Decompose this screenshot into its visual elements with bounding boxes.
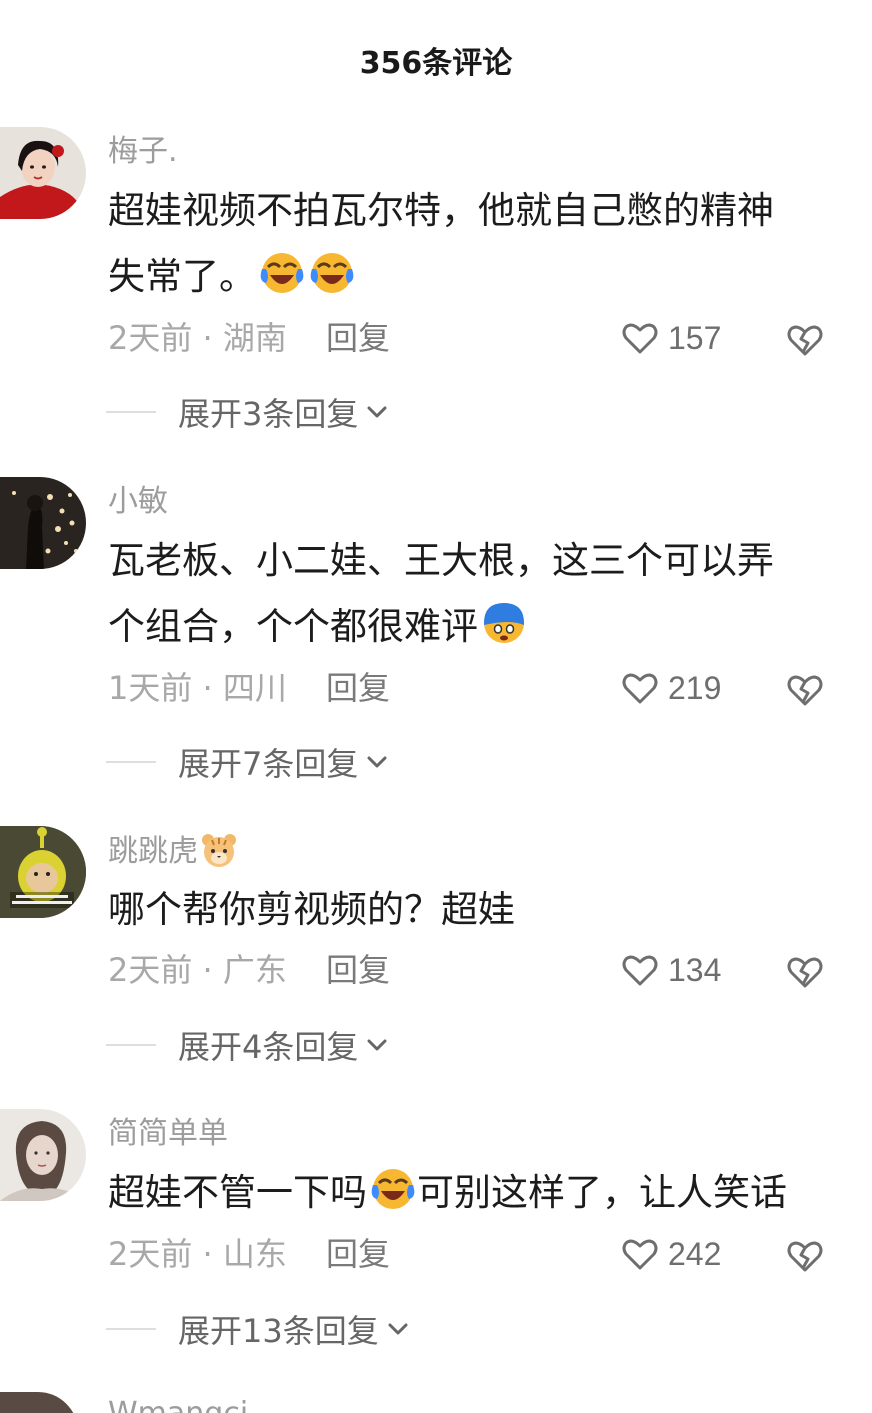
comment-text-before: 超娃不管一下吗 xyxy=(108,1171,367,1214)
chevron-down-icon xyxy=(367,756,387,768)
like-button[interactable]: 134 xyxy=(620,948,721,992)
divider-line xyxy=(106,411,156,413)
laugh-cry-emoji-icon xyxy=(310,253,354,293)
like-count: 219 xyxy=(668,669,722,706)
laugh-cry-emoji-icon xyxy=(260,253,304,293)
avatar[interactable] xyxy=(0,477,86,569)
broken-heart-icon[interactable] xyxy=(784,668,826,710)
username[interactable]: 梅子. xyxy=(108,132,178,172)
divider-line xyxy=(106,761,156,763)
reply-button[interactable]: 回复 xyxy=(326,316,390,360)
expand-replies-label: 展开3条回复 xyxy=(178,395,359,433)
broken-heart-icon[interactable] xyxy=(784,318,826,360)
reply-button[interactable]: 回复 xyxy=(326,666,390,710)
like-button[interactable]: 157 xyxy=(620,316,721,360)
comment-text: 超娃不管一下吗 可别这样了，让人笑话 xyxy=(108,1160,838,1226)
divider-line xyxy=(106,1044,156,1046)
avatar-sketch-girl-image xyxy=(0,1109,86,1201)
broken-heart-icon[interactable] xyxy=(784,1234,826,1276)
avatar[interactable] xyxy=(0,826,86,918)
like-count: 134 xyxy=(668,951,722,988)
expand-replies-button[interactable]: 展开13条回复 xyxy=(106,1307,411,1351)
avatar[interactable] xyxy=(0,1109,86,1201)
comment-text: 哪个帮你剪视频的？超娃 xyxy=(108,877,808,943)
shocked-blue-emoji-icon xyxy=(484,603,524,643)
comments-count-title: 356条评论 xyxy=(359,46,513,81)
username[interactable]: Wmangçi xyxy=(108,1394,248,1413)
avatar[interactable] xyxy=(0,1392,78,1413)
expand-replies-button[interactable]: 展开4条回复 xyxy=(106,1023,390,1067)
comment-text-content: 哪个帮你剪视频的？超娃 xyxy=(108,888,515,931)
chevron-down-icon xyxy=(367,1039,387,1051)
username-text: 跳跳虎 xyxy=(108,834,198,869)
expand-replies-button[interactable]: 展开7条回复 xyxy=(106,740,390,784)
heart-icon xyxy=(622,673,658,704)
expand-replies-label: 展开13条回复 xyxy=(178,1312,379,1350)
comment-text: 超娃视频不拍瓦尔特，他就自己憋的精神失常了。 xyxy=(108,178,808,310)
avatar[interactable] xyxy=(0,127,86,219)
username[interactable]: 简简单单 xyxy=(108,1114,228,1154)
time-location: 2天前 · 广东 xyxy=(108,951,287,989)
laugh-cry-emoji-icon xyxy=(371,1169,415,1209)
expand-replies-label: 展开7条回复 xyxy=(178,745,359,783)
like-button[interactable]: 219 xyxy=(620,666,721,710)
time-location: 2天前 · 山东 xyxy=(108,1235,287,1273)
comment-text: 瓦老板、小二娃、王大根，这三个可以弄个组合，个个都很难评 xyxy=(108,528,808,660)
expand-replies-button[interactable]: 展开3条回复 xyxy=(106,390,390,434)
heart-icon xyxy=(622,323,658,354)
heart-icon xyxy=(622,1239,658,1270)
partial-next-comment: Wmangçi xyxy=(0,1392,872,1413)
avatar-woman-red-image xyxy=(0,127,86,219)
broken-heart-icon[interactable] xyxy=(784,950,826,992)
chevron-down-icon xyxy=(388,1323,408,1335)
like-count: 242 xyxy=(668,1235,722,1272)
tiger-emoji-icon xyxy=(202,834,236,867)
avatar-girl-lights-image xyxy=(0,477,86,569)
like-button[interactable]: 242 xyxy=(620,1232,721,1276)
reply-button[interactable]: 回复 xyxy=(326,948,390,992)
heart-icon xyxy=(622,955,658,986)
comment-text-after: 可别这样了，让人笑话 xyxy=(417,1171,787,1214)
comment-text-content: 瓦老板、小二娃、王大根，这三个可以弄个组合，个个都很难评 xyxy=(108,539,774,648)
chevron-down-icon xyxy=(367,406,387,418)
username[interactable]: 小敏 xyxy=(108,482,168,522)
avatar-teletubby-image xyxy=(0,826,86,918)
reply-button[interactable]: 回复 xyxy=(326,1232,390,1276)
comment-text-content: 超娃视频不拍瓦尔特，他就自己憋的精神失常了。 xyxy=(108,189,774,298)
like-count: 157 xyxy=(668,319,722,356)
username[interactable]: 跳跳虎 xyxy=(108,831,238,872)
time-location: 1天前 · 四川 xyxy=(108,669,287,707)
time-location: 2天前 · 湖南 xyxy=(108,319,287,357)
divider-line xyxy=(106,1328,156,1330)
expand-replies-label: 展开4条回复 xyxy=(178,1028,359,1066)
